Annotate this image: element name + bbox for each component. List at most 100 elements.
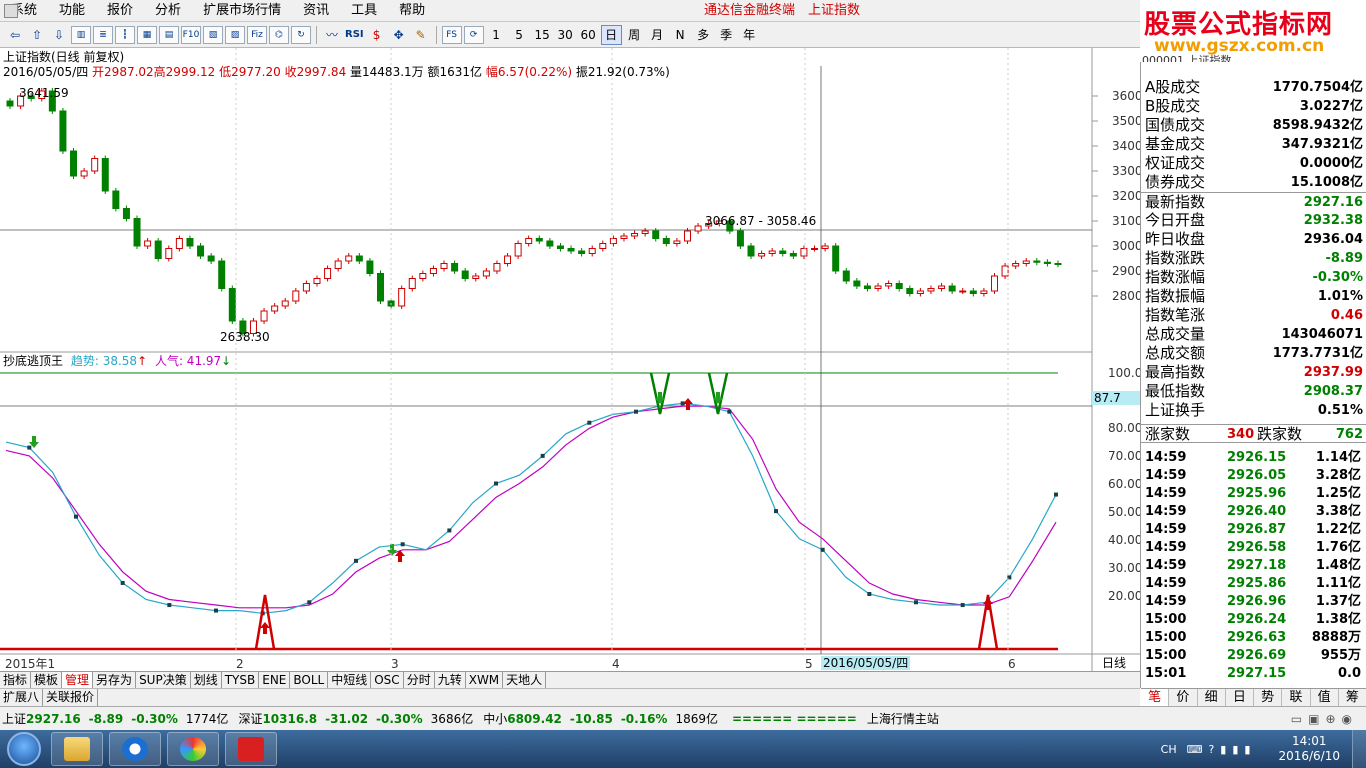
candle-body (546, 240, 554, 247)
kline-chart-area[interactable]: 上证指数(日线 前复权) 2016/05/05/四 开2987.02高2999.… (0, 48, 1143, 688)
indicator-tab[interactable]: BOLL (290, 672, 329, 688)
panel-tab[interactable]: 笔 (1141, 689, 1170, 706)
period-1[interactable]: 1 (486, 25, 507, 45)
toolbar-separator (435, 25, 437, 44)
list-icon[interactable]: ≣ (93, 25, 113, 44)
line-icon[interactable]: 〰 (322, 25, 342, 45)
tick-time: 14:59 (1145, 540, 1187, 555)
candle-body (927, 288, 935, 292)
grid-icon[interactable]: ▤ (159, 25, 179, 44)
indicator-tab[interactable]: 指标 (0, 672, 32, 688)
indicator-tab[interactable]: SUP决策 (136, 672, 191, 688)
panel-tab[interactable]: 值 (1311, 689, 1339, 706)
panel-tab[interactable]: 联 (1282, 689, 1311, 706)
panel-tab[interactable]: 日 (1226, 689, 1254, 706)
move-icon[interactable]: ✥ (389, 25, 409, 45)
menu-analysis[interactable]: 分析 (144, 0, 192, 22)
panel-tab[interactable]: 势 (1254, 689, 1283, 706)
refresh-icon[interactable]: ↻ (291, 25, 311, 44)
ind-y-tick: 70.00 (1108, 449, 1143, 463)
indicator-tab[interactable]: 管理 (62, 672, 94, 688)
indicator-tab[interactable]: 另存为 (93, 672, 137, 688)
f10-icon[interactable]: F10 (181, 25, 201, 44)
tick-volume: 1.25亿 (1315, 486, 1361, 501)
panel-tab[interactable]: 筹 (1339, 689, 1366, 706)
taskbar-clock[interactable]: 14:01 2016/6/10 (1266, 734, 1352, 764)
period-quarter[interactable]: 季 (716, 25, 737, 45)
tab-ext8[interactable]: 扩展八 (0, 689, 44, 706)
tick-time: 15:00 (1145, 648, 1187, 663)
menu-function[interactable]: 功能 (48, 0, 96, 22)
panel-tab[interactable]: 细 (1198, 689, 1226, 706)
tick-time: 14:59 (1145, 576, 1187, 591)
candle-body (334, 260, 342, 269)
taskbar-explorer[interactable] (51, 732, 103, 766)
tray-icons[interactable]: ⌨?▮▮▮ (1187, 743, 1257, 756)
indicator-tab[interactable]: TYSB (222, 672, 260, 688)
indicator-tab[interactable]: 模板 (31, 672, 63, 688)
down-arrow-icon[interactable]: ⇩ (49, 25, 69, 45)
status-server[interactable]: 上海行情主站 (867, 710, 939, 727)
period-month[interactable]: 月 (647, 25, 668, 45)
trend-dot (634, 409, 638, 414)
bar-chart-icon[interactable]: ▥ (71, 25, 91, 44)
fiz-icon[interactable]: Fiz (247, 25, 267, 44)
panel-tab[interactable]: 价 (1169, 689, 1198, 706)
report-icon[interactable]: ▧ (203, 25, 223, 44)
tab-related-quotes[interactable]: 关联报价 (43, 689, 99, 706)
money-icon[interactable]: $ (367, 25, 387, 45)
app-icon[interactable] (4, 4, 18, 18)
indicator-tab[interactable]: ENE (259, 672, 291, 688)
fs-icon[interactable]: FS (441, 25, 462, 44)
up-arrow-icon[interactable]: ⇧ (27, 25, 47, 45)
period-n[interactable]: N (670, 25, 691, 45)
indicator-name[interactable]: 抄底逃顶王 (3, 354, 63, 368)
back-arrow-icon[interactable]: ⇦ (5, 25, 25, 45)
indicator-tab[interactable]: 天地人 (503, 672, 547, 688)
sync-icon[interactable]: ⟳ (463, 25, 484, 44)
indicator-tab[interactable]: OSC (371, 672, 404, 688)
indicator-tab[interactable]: 中短线 (328, 672, 372, 688)
ind-cursor-value: 87.7 (1092, 391, 1140, 405)
show-desktop-button[interactable] (1352, 730, 1366, 768)
status-tray-icons[interactable]: ▭▣⊕◉ (1291, 712, 1358, 726)
indicator-tab[interactable]: 九转 (435, 672, 466, 688)
table-icon[interactable]: ▦ (137, 25, 157, 44)
y-tick: 3400 (1112, 139, 1143, 153)
period-multi[interactable]: 多 (693, 25, 714, 45)
candle-body (228, 288, 236, 322)
status-sh-amount: 1774亿 (185, 712, 229, 726)
menu-info[interactable]: 资讯 (292, 0, 340, 22)
f10b-icon[interactable]: ▨ (225, 25, 245, 44)
taskbar-browser[interactable] (109, 732, 161, 766)
indicator-tab[interactable]: XWM (466, 672, 504, 688)
rsi-icon[interactable]: RSI (344, 25, 365, 45)
tick-row: 14:59 2926.58 1.76亿 (1141, 539, 1366, 557)
tick-price: 2925.86 (1227, 576, 1287, 591)
tick-volume: 1.76亿 (1315, 540, 1361, 555)
period-week[interactable]: 周 (624, 25, 645, 45)
period-15[interactable]: 15 (532, 25, 553, 45)
pen-icon[interactable]: ✎ (411, 25, 431, 45)
taskbar-paint[interactable] (167, 732, 219, 766)
indicator-tab[interactable]: 分时 (404, 672, 435, 688)
trend-dot (774, 509, 778, 514)
menu-tools[interactable]: 工具 (340, 0, 388, 22)
period-60[interactable]: 60 (578, 25, 599, 45)
input-language[interactable]: CH (1161, 743, 1177, 756)
info-open: 开2987.02 (92, 65, 154, 79)
period-day[interactable]: 日 (600, 24, 622, 45)
menu-help[interactable]: 帮助 (388, 0, 436, 22)
menu-ext-market[interactable]: 扩展市场行情 (192, 0, 292, 22)
period-year[interactable]: 年 (739, 25, 760, 45)
start-button[interactable] (0, 730, 48, 768)
stats-icon[interactable]: ⌬ (269, 25, 289, 44)
candle-body (948, 285, 956, 292)
indicator-tab[interactable]: 划线 (191, 672, 222, 688)
period-30[interactable]: 30 (555, 25, 576, 45)
period-5[interactable]: 5 (509, 25, 530, 45)
candle-icon[interactable]: ┇ (115, 25, 135, 44)
taskbar-tdx[interactable] (225, 732, 277, 766)
menu-quote[interactable]: 报价 (96, 0, 144, 22)
status-sh-value: 2927.16 (26, 711, 81, 726)
